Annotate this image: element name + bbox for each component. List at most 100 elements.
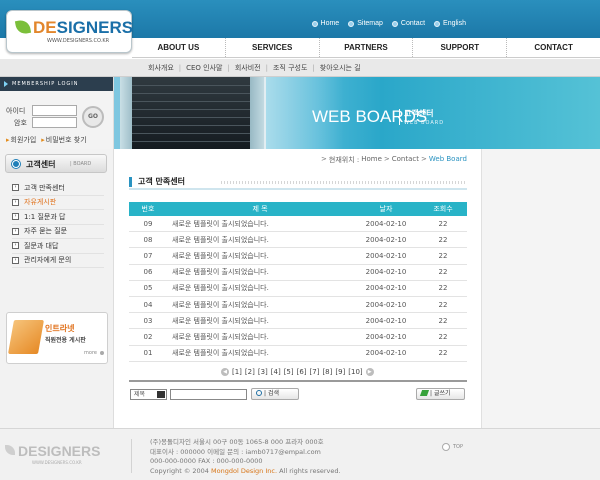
arrow-icon: >: [383, 155, 390, 163]
nav-support[interactable]: SUPPORT: [412, 38, 506, 57]
table-row[interactable]: 07 새로운 템플릿이 출시되었습니다. 2004-02-10 22: [129, 248, 467, 265]
cell-subject[interactable]: 새로운 템플릿이 출시되었습니다.: [167, 316, 353, 326]
cell-subject[interactable]: 새로운 템플릿이 출시되었습니다.: [167, 267, 353, 277]
search-button[interactable]: | 검색: [251, 388, 299, 400]
sidebar-item-qna[interactable]: › 질문과 대답: [12, 239, 104, 254]
logo-text: DESIGNERS: [33, 18, 134, 37]
nav-services[interactable]: SERVICES: [224, 38, 319, 57]
table-row[interactable]: 02 새로운 템플릿이 출시되었습니다. 2004-02-10 22: [129, 329, 467, 346]
cell-subject[interactable]: 새로운 템플릿이 출시되었습니다.: [167, 235, 353, 245]
sidebar-menu: › 고객 만족센터 › 자유게시판 › 1:1 질문과 답 › 자주 묻는 질문 › 질문…: [12, 181, 104, 268]
title-bullet-icon: [129, 177, 132, 187]
top-link-sitemap[interactable]: Sitemap: [348, 20, 383, 27]
page-link[interactable]: [4]: [271, 368, 281, 376]
page-link[interactable]: [7]: [310, 368, 320, 376]
table-row[interactable]: 08 새로운 템플릿이 출시되었습니다. 2004-02-10 22: [129, 232, 467, 249]
bullet-icon: [311, 20, 318, 27]
breadcrumb-current: Web Board: [428, 155, 467, 163]
subnav-directions[interactable]: 찾아오시는 길: [320, 59, 361, 77]
sidebar-item-qna-1on1[interactable]: › 1:1 질문과 답: [12, 210, 104, 225]
cell-views: 22: [438, 316, 448, 325]
sidebar-item-contact-admin[interactable]: › 관리자에게 문의: [12, 254, 104, 268]
page-link[interactable]: [9]: [335, 368, 345, 376]
subnav-org-chart[interactable]: 조직 구성도: [273, 59, 307, 77]
cell-subject[interactable]: 새로운 템플릿이 출시되었습니다.: [167, 283, 353, 293]
write-button[interactable]: | 글쓰기: [416, 388, 465, 400]
password-label: 암호: [14, 119, 27, 127]
site-logo[interactable]: DESIGNERS WWW.DESIGNERS.CO.KR: [6, 10, 134, 53]
logo-subtext: WWW.DESIGNERS.CO.KR: [47, 38, 110, 44]
id-label: 아이디: [6, 107, 26, 115]
find-password-link[interactable]: ▸비밀번호 찾기: [41, 135, 86, 145]
escalator-image: [132, 77, 252, 149]
subnav-ceo[interactable]: CEO 인사말: [186, 59, 222, 77]
cell-subject[interactable]: 새로운 템플릿이 출시되었습니다.: [167, 332, 353, 342]
sidebar-item-free-board[interactable]: › 자유게시판: [12, 196, 104, 210]
page-link[interactable]: [2]: [245, 368, 255, 376]
top-link-english[interactable]: English: [434, 20, 466, 27]
column-header-subject: 제 목: [252, 205, 268, 213]
table-row[interactable]: 05 새로운 템플릿이 출시되었습니다. 2004-02-10 22: [129, 281, 467, 297]
id-input[interactable]: [32, 105, 77, 116]
nav-partners[interactable]: PARTNERS: [318, 38, 413, 57]
cell-subject[interactable]: 새로운 템플릿이 출시되었습니다.: [167, 219, 353, 229]
content-header: 고객 만족센터: [129, 174, 467, 190]
page-link[interactable]: [5]: [284, 368, 294, 376]
hero-subtitle: 고객센터: [404, 109, 434, 118]
sidebar-header: 고객센터 | BOARD: [5, 154, 107, 173]
table-row[interactable]: 04 새로운 템플릿이 출시되었습니다. 2004-02-10 22: [129, 297, 467, 314]
sidebar-item-faq[interactable]: › 자주 묻는 질문: [12, 225, 104, 239]
breadcrumb-home[interactable]: Home: [361, 155, 382, 165]
page-link[interactable]: [3]: [258, 368, 268, 376]
nav-contact[interactable]: CONTACT: [506, 38, 600, 57]
cell-number: 08: [143, 235, 153, 244]
arrow-box-icon: ›: [12, 227, 19, 235]
sidebar-item-satisfaction[interactable]: › 고객 만족센터: [12, 181, 104, 196]
cell-subject[interactable]: 새로운 템플릿이 출시되었습니다.: [167, 251, 353, 261]
page-link[interactable]: [10]: [348, 368, 362, 376]
footer-logo: DESIGNERS: [18, 443, 101, 459]
password-input[interactable]: [32, 117, 77, 128]
cell-subject[interactable]: 새로운 템플릿이 출시되었습니다.: [167, 300, 353, 310]
divider: |: [227, 64, 230, 72]
subnav-overview[interactable]: 회사개요: [148, 59, 174, 77]
page-link[interactable]: [1]: [232, 368, 242, 376]
search-input[interactable]: [170, 389, 247, 400]
table-row[interactable]: 03 새로운 템플릿이 출시되었습니다. 2004-02-10 22: [129, 313, 467, 330]
search-icon: [256, 390, 262, 396]
table-row[interactable]: 01 새로운 템플릿이 출시되었습니다. 2004-02-10 22: [129, 346, 467, 362]
dotted-divider: [221, 181, 467, 184]
cell-views: 22: [438, 284, 448, 293]
subnav-vision[interactable]: 회사비전: [235, 59, 261, 77]
cell-views: 22: [438, 219, 448, 228]
page-link[interactable]: [6]: [297, 368, 307, 376]
nav-about-us[interactable]: ABOUT US: [132, 38, 225, 57]
table-row[interactable]: 06 새로운 템플릿이 출시되었습니다. 2004-02-10 22: [129, 265, 467, 281]
cell-views: 22: [438, 332, 448, 341]
hero-caption: WEB BOARD: [404, 120, 445, 126]
more-link[interactable]: more: [84, 350, 104, 356]
cell-subject[interactable]: 새로운 템플릿이 출시되었습니다.: [167, 348, 353, 358]
company-address: (주)몽돌디자인 서울시 00구 00동 1065-8 000 프라자 000호: [150, 438, 324, 446]
arrow-icon: >: [421, 155, 427, 163]
back-to-top-button[interactable]: TOP: [442, 443, 463, 451]
join-link[interactable]: ▸회원가입: [6, 135, 36, 145]
pencil-icon: [419, 390, 430, 396]
top-link-home[interactable]: Home: [311, 20, 339, 27]
footer-logo-sub: WWW.DESIGNERS.CO.KR: [32, 460, 82, 465]
login-go-button[interactable]: GO: [82, 106, 104, 128]
intranet-promo[interactable]: 인트라넷 직원전용 게시판 more: [6, 312, 108, 364]
next-page-icon[interactable]: ▶: [365, 368, 374, 376]
table-row[interactable]: 09 새로운 템플릿이 출시되었습니다. 2004-02-10 22: [129, 216, 467, 233]
divider: |: [265, 64, 268, 72]
search-field-select[interactable]: 제목: [130, 389, 167, 400]
prev-page-icon[interactable]: ◀: [221, 368, 229, 376]
hero-banner: WEB BOARDS 고객센터 WEB BOARD: [114, 77, 600, 149]
page-link[interactable]: [8]: [322, 368, 332, 376]
breadcrumb-contact[interactable]: Contact: [392, 155, 419, 165]
table-header: 번호 제 목 날자 조회수: [129, 202, 467, 216]
cell-number: 06: [143, 268, 153, 277]
company-contact: 대표이사 : 000000 이메일 문의 : iamb0717@empal.co…: [150, 447, 321, 456]
top-links: Home Sitemap Contact English: [311, 20, 466, 27]
top-link-contact[interactable]: Contact: [391, 20, 425, 27]
